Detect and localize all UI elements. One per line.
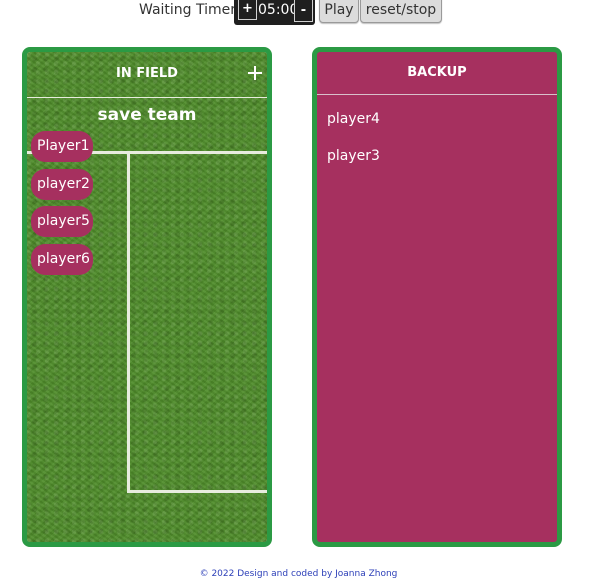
backup-header: BACKUP [317, 52, 557, 95]
backup-player-list: player4 player3 [317, 95, 557, 180]
timer-value: 05:00 [258, 2, 299, 18]
in-field-panel: IN FIELD save team Player1 player2 playe… [22, 47, 272, 547]
in-field-player-list: Player1 player2 player5 player6 [31, 131, 267, 275]
backup-player[interactable]: player4 [317, 106, 557, 143]
field-line [127, 490, 267, 493]
in-field-player[interactable]: player2 [31, 168, 93, 200]
backup-panel: BACKUP player4 player3 [312, 47, 562, 547]
waiting-timer-label: Waiting Timer [139, 2, 237, 18]
in-field-player[interactable]: player5 [31, 206, 93, 238]
timer-increase-button[interactable]: + [238, 0, 257, 20]
save-team-button[interactable]: save team [27, 105, 267, 125]
reset-stop-button[interactable]: reset/stop [360, 0, 442, 23]
play-button[interactable]: Play [319, 0, 359, 23]
add-player-plus-icon[interactable] [248, 66, 262, 80]
in-field-header: IN FIELD [27, 52, 267, 98]
timer-decrease-button[interactable]: - [294, 0, 313, 22]
in-field-player[interactable]: player6 [31, 243, 93, 275]
in-field-title: IN FIELD [116, 66, 178, 81]
backup-player[interactable]: player3 [317, 143, 557, 180]
footer-credit: © 2022 Design and coded by Joanna Zhong [199, 569, 398, 579]
backup-title: BACKUP [407, 65, 467, 80]
in-field-player[interactable]: Player1 [31, 131, 93, 162]
football-field-background [27, 52, 267, 542]
